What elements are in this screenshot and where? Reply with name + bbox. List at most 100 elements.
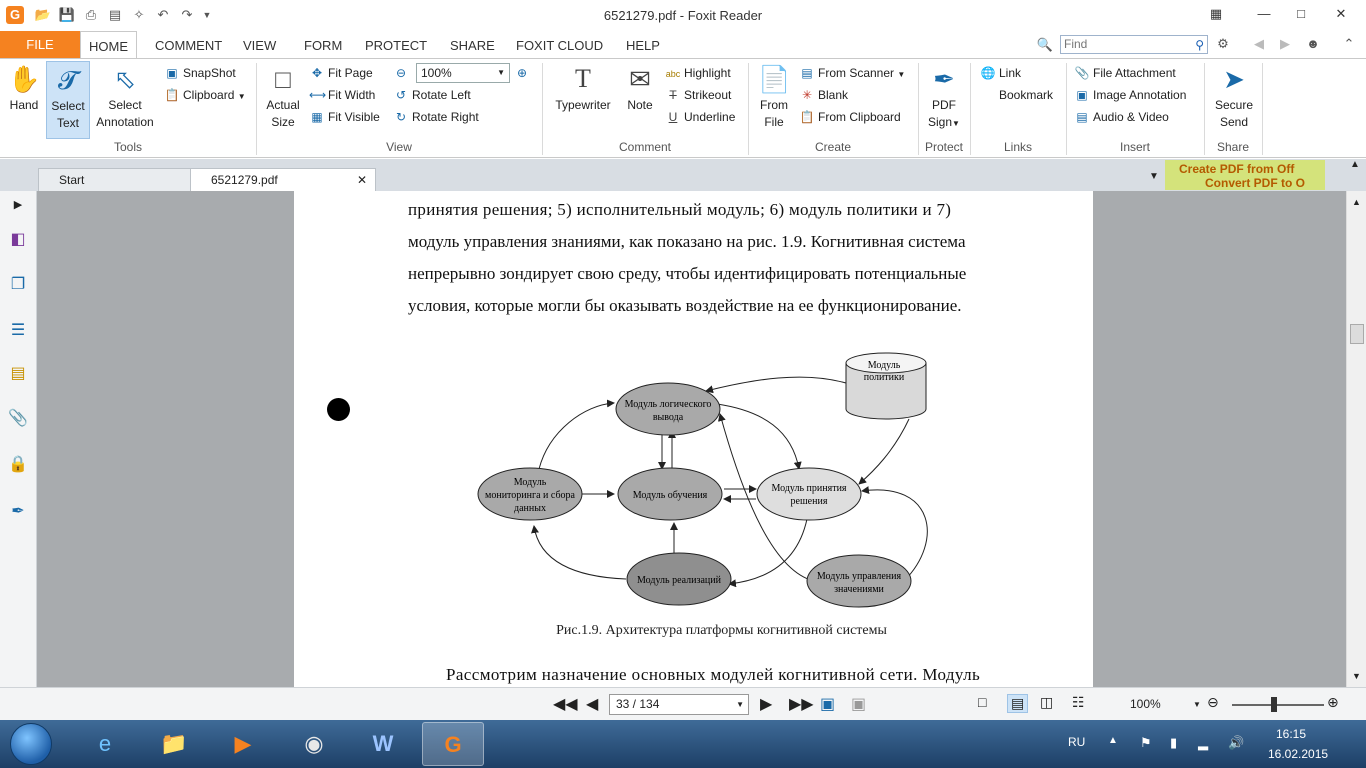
close-button[interactable]: ✕ <box>1327 4 1355 24</box>
tab-view[interactable]: VIEW <box>243 31 276 58</box>
gear-icon[interactable]: ⚙ <box>1214 35 1232 53</box>
tab-list-chevron-icon[interactable]: ▼ <box>1149 171 1159 182</box>
power-icon[interactable]: ▮ <box>1170 735 1177 751</box>
clock-time[interactable]: 16:15 <box>1276 727 1306 741</box>
tab-foxit-cloud[interactable]: FOXIT CLOUD <box>516 31 603 58</box>
note-button[interactable]: ✉ Note <box>621 61 659 114</box>
continuous-facing-icon[interactable]: ☷ <box>1072 694 1085 711</box>
tab-comment[interactable]: COMMENT <box>155 31 222 58</box>
page-number-field[interactable]: 33 / 134 ▼ <box>609 694 749 715</box>
last-page-button[interactable]: ▶▶ <box>789 694 814 714</box>
doc-tab-start[interactable]: Start <box>38 168 193 191</box>
chevron-down-icon[interactable]: ▼ <box>1193 700 1201 709</box>
tab-file[interactable]: FILE <box>0 31 80 58</box>
language-indicator[interactable]: RU <box>1068 735 1085 749</box>
scroll-up-icon[interactable]: ▲ <box>1350 159 1360 170</box>
tab-share[interactable]: SHARE <box>450 31 495 58</box>
from-file-button[interactable]: 📄 From File <box>754 61 794 131</box>
clipboard-button[interactable]: 📋 Clipboard ▼ <box>164 85 246 105</box>
from-scanner-button[interactable]: ▤ From Scanner ▼ <box>799 63 905 83</box>
prev-result-icon[interactable]: ◀ <box>1250 35 1268 53</box>
snapshot-button[interactable]: ▣ SnapShot <box>164 63 235 83</box>
zoom-in-icon[interactable]: ⊕ <box>1327 694 1339 711</box>
audio-video-button[interactable]: ▤ Audio & Video <box>1074 107 1169 127</box>
document-viewer[interactable]: принятия решения; 5) исполнительный моду… <box>37 191 1346 687</box>
typewriter-button[interactable]: T Typewriter <box>548 61 618 114</box>
fullscreen-icon[interactable]: ▦ <box>1202 4 1230 24</box>
start-button[interactable] <box>10 723 52 765</box>
secure-send-button[interactable]: ➤ Secure Send <box>1208 61 1260 131</box>
zoom-slider[interactable] <box>1232 704 1324 706</box>
rotate-right-button[interactable]: ↻ Rotate Right <box>393 107 479 127</box>
signature-icon[interactable]: ✒ <box>7 501 29 523</box>
link-button[interactable]: 🌐 Link <box>980 63 1022 83</box>
zoom-out-icon[interactable]: ⊖ <box>1207 694 1219 711</box>
fit-width-button[interactable]: ⟷ Fit Width <box>309 85 375 105</box>
hand-button[interactable]: ✋ Hand <box>4 61 44 114</box>
scroll-down-icon[interactable]: ▼ <box>1352 671 1361 681</box>
chrome-icon[interactable]: ◉ <box>283 722 345 766</box>
bookmark-button[interactable]: Bookmark <box>980 85 1053 105</box>
action-center-icon[interactable]: ⚑ <box>1140 735 1152 751</box>
strikeout-button[interactable]: T Strikeout <box>665 85 731 105</box>
file-explorer-icon[interactable]: 📁 <box>143 722 205 766</box>
blank-button[interactable]: ✳ Blank <box>799 85 848 105</box>
scrollbar-thumb[interactable] <box>1350 324 1364 344</box>
zoom-select[interactable]: 100% ▼ <box>416 63 510 83</box>
ad-banner[interactable]: Create PDF from Off Convert PDF to O <box>1165 160 1325 190</box>
layers-icon[interactable]: ☰ <box>7 320 29 342</box>
comments-icon[interactable]: ▤ <box>7 363 29 385</box>
single-page-icon[interactable]: □ <box>978 694 986 710</box>
zoom-in-button[interactable]: ⊕ <box>514 63 533 83</box>
find-input[interactable]: Find ⚲ <box>1060 35 1208 54</box>
clock-date[interactable]: 16.02.2015 <box>1268 747 1328 761</box>
next-view-icon[interactable]: ▣ <box>851 694 866 714</box>
media-player-icon[interactable]: ▶ <box>212 722 274 766</box>
internet-explorer-icon[interactable]: e <box>74 722 136 766</box>
fit-page-button[interactable]: ✥ Fit Page <box>309 63 373 83</box>
actual-size-button[interactable]: □ Actual Size <box>262 61 304 131</box>
minimize-button[interactable]: — <box>1250 4 1278 24</box>
zoom-slider-handle[interactable] <box>1271 697 1277 712</box>
fit-visible-button[interactable]: ▦ Fit Visible <box>309 107 379 127</box>
first-page-button[interactable]: ◀◀ <box>553 694 578 714</box>
show-hidden-icons-icon[interactable]: ▲ <box>1108 735 1118 746</box>
ribbon-collapse-icon[interactable]: ⌃ <box>1340 35 1358 53</box>
expand-panel-icon[interactable]: ▶ <box>7 194 29 216</box>
previous-page-button[interactable]: ◀ <box>586 694 598 714</box>
select-annotation-button[interactable]: ⬁ Select Annotation <box>93 61 157 131</box>
tab-help[interactable]: HELP <box>626 31 660 58</box>
image-annotation-button[interactable]: ▣ Image Annotation <box>1074 85 1186 105</box>
network-icon[interactable]: ▂ <box>1198 735 1208 751</box>
from-clipboard-button[interactable]: 📋 From Clipboard <box>799 107 901 127</box>
tab-form[interactable]: FORM <box>304 31 342 58</box>
select-text-button[interactable]: 𝓣 Select Text <box>46 61 90 139</box>
word-icon[interactable]: W <box>352 722 414 766</box>
facing-pages-icon[interactable]: ◫ <box>1040 694 1053 711</box>
close-tab-icon[interactable]: ✕ <box>357 169 367 191</box>
zoom-out-button[interactable]: ⊖ <box>393 63 412 83</box>
attachments-icon[interactable]: 📎 <box>7 408 29 430</box>
search-icon[interactable]: ⚲ <box>1195 37 1204 54</box>
tab-protect[interactable]: PROTECT <box>365 31 427 58</box>
highlight-button[interactable]: abc Highlight <box>665 63 731 83</box>
bookmarks-icon[interactable]: ◧ <box>7 229 29 251</box>
pdf-sign-button[interactable]: ✒ PDF Sign▼ <box>922 61 966 132</box>
tab-home[interactable]: HOME <box>80 31 137 59</box>
foxit-reader-taskbar-icon[interactable]: G <box>422 722 484 766</box>
pages-icon[interactable]: ❐ <box>7 274 29 296</box>
file-attachment-button[interactable]: 📎 File Attachment <box>1074 63 1176 83</box>
find-folder-icon[interactable]: 🔍 <box>1036 36 1054 54</box>
next-result-icon[interactable]: ▶ <box>1276 35 1294 53</box>
underline-button[interactable]: U Underline <box>665 107 736 127</box>
next-page-button[interactable]: ▶ <box>760 694 772 714</box>
lock-icon[interactable]: 🔒 <box>7 454 29 476</box>
rotate-left-button[interactable]: ↺ Rotate Left <box>393 85 471 105</box>
volume-icon[interactable]: 🔊 <box>1228 735 1244 751</box>
vertical-scrollbar[interactable]: ▲ ▼ <box>1346 191 1366 687</box>
zoom-level[interactable]: 100% <box>1130 697 1161 711</box>
doc-tab-current[interactable]: 6521279.pdf ✕ <box>190 168 376 191</box>
previous-view-icon[interactable]: ▣ <box>820 694 835 714</box>
scroll-up-icon[interactable]: ▲ <box>1352 197 1361 207</box>
continuous-page-icon[interactable]: ▤ <box>1007 694 1029 713</box>
